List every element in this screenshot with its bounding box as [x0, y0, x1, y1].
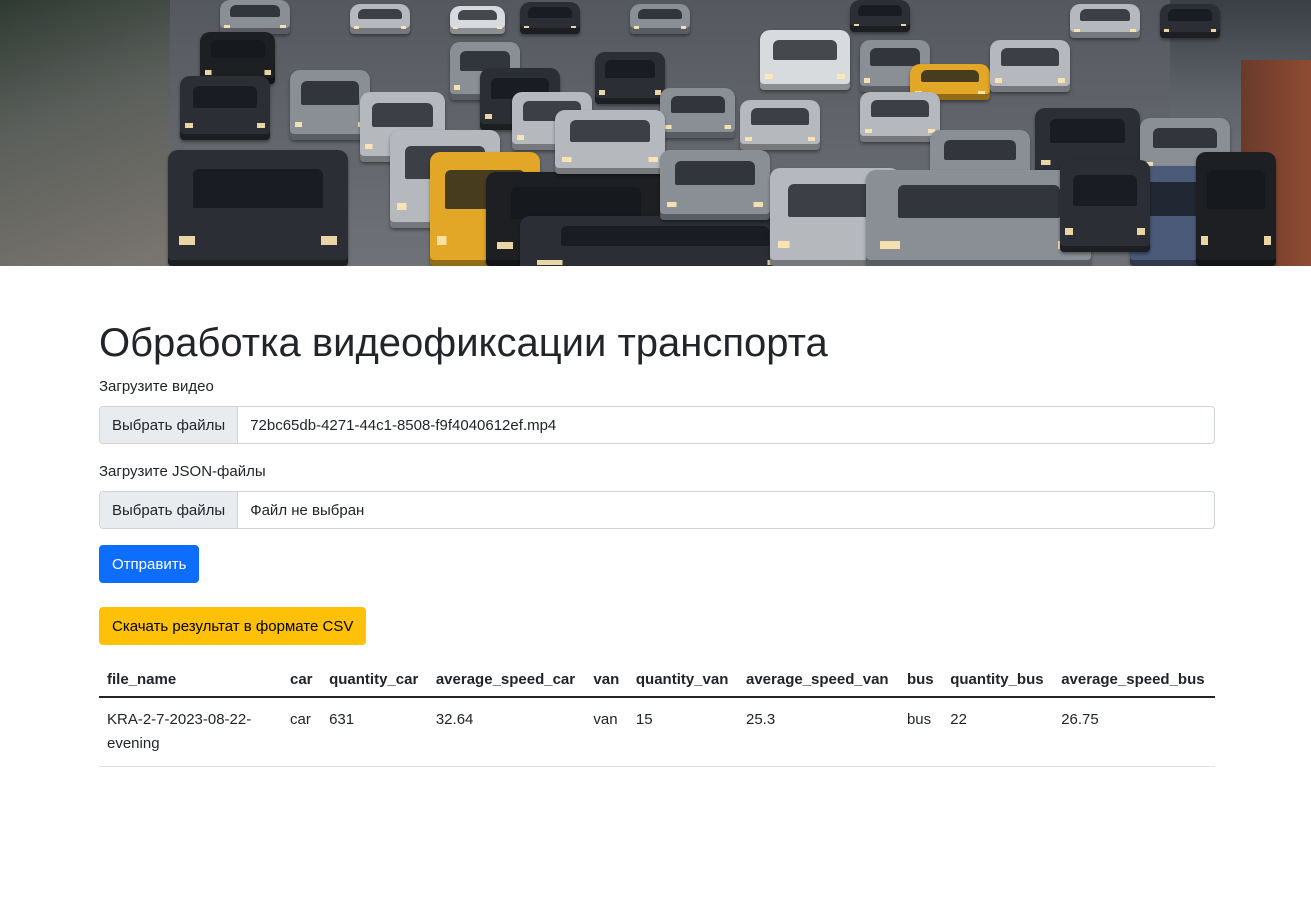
- hero-car: [850, 0, 910, 32]
- json-selected-file-name: Файл не выбран: [250, 501, 365, 519]
- cell-quantity-bus: 22: [942, 697, 1054, 767]
- hero-sidewalk: [0, 0, 170, 266]
- column-header-average-speed-van: average_speed_van: [738, 659, 899, 698]
- video-choose-files-button[interactable]: Выбрать файлы: [100, 407, 239, 443]
- column-header-quantity-car: quantity_car: [321, 659, 428, 698]
- cell-car: car: [282, 697, 322, 767]
- main-container: Обработка видеофиксации транспорта Загру…: [99, 266, 1215, 767]
- hero-car: [168, 150, 348, 266]
- hero-car: [760, 30, 850, 90]
- hero-car: [350, 4, 410, 34]
- hero-car: [1060, 160, 1150, 252]
- table-row: KRA-2-7-2023-08-22-evening car 631 32.64…: [99, 697, 1215, 767]
- page-title: Обработка видеофиксации транспорта: [99, 321, 828, 365]
- column-header-bus: bus: [898, 659, 943, 698]
- cell-van: van: [585, 697, 628, 767]
- column-header-file-name: file_name: [99, 659, 282, 698]
- hero-car: [866, 170, 1091, 266]
- hero-car: [860, 92, 940, 142]
- download-csv-button[interactable]: Скачать результат в формате CSV: [99, 607, 367, 645]
- column-header-average-speed-bus: average_speed_bus: [1053, 659, 1215, 698]
- column-header-quantity-bus: quantity_bus: [942, 659, 1054, 698]
- column-header-quantity-van: quantity_van: [627, 659, 738, 698]
- hero-car: [1160, 4, 1220, 38]
- column-header-average-speed-car: average_speed_car: [427, 659, 586, 698]
- cell-quantity-van: 15: [627, 697, 738, 767]
- hero-car: [740, 100, 820, 150]
- hero-car: [990, 40, 1070, 92]
- cell-average-speed-car: 32.64: [427, 697, 586, 767]
- video-selected-file-name: 72bc65db-4271-44c1-8508-f9f4040612ef.mp4: [250, 416, 557, 434]
- results-table: file_name car quantity_car average_speed…: [99, 659, 1215, 767]
- hero-car: [220, 0, 290, 34]
- table-header-row: file_name car quantity_car average_speed…: [99, 659, 1215, 698]
- cell-quantity-car: 631: [321, 697, 428, 767]
- json-upload-label: Загрузите JSON-файлы: [99, 463, 266, 480]
- hero-car: [1070, 4, 1140, 38]
- hero-car: [520, 2, 580, 34]
- hero-car: [555, 110, 665, 174]
- hero-car: [630, 4, 690, 34]
- hero-car: [595, 52, 665, 104]
- video-file-input[interactable]: Выбрать файлы 72bc65db-4271-44c1-8508-f9…: [99, 406, 1215, 444]
- hero-car: [1196, 152, 1276, 266]
- column-header-van: van: [585, 659, 628, 698]
- cell-file-name: KRA-2-7-2023-08-22-evening: [99, 697, 282, 767]
- cell-average-speed-van: 25.3: [738, 697, 899, 767]
- submit-button[interactable]: Отправить: [99, 545, 200, 583]
- hero-car: [660, 150, 770, 220]
- video-upload-label: Загрузите видео: [99, 378, 214, 395]
- json-choose-files-button[interactable]: Выбрать файлы: [100, 492, 239, 528]
- column-header-car: car: [282, 659, 322, 698]
- hero-car: [180, 76, 270, 140]
- cell-average-speed-bus: 26.75: [1053, 697, 1215, 767]
- hero-car: [660, 88, 735, 138]
- hero-car: [520, 216, 810, 266]
- json-file-input[interactable]: Выбрать файлы Файл не выбран: [99, 491, 1215, 529]
- hero-car: [450, 6, 505, 34]
- cell-bus: bus: [898, 697, 943, 767]
- hero-car: [290, 70, 370, 140]
- hero-banner-traffic-photo: [0, 0, 1311, 266]
